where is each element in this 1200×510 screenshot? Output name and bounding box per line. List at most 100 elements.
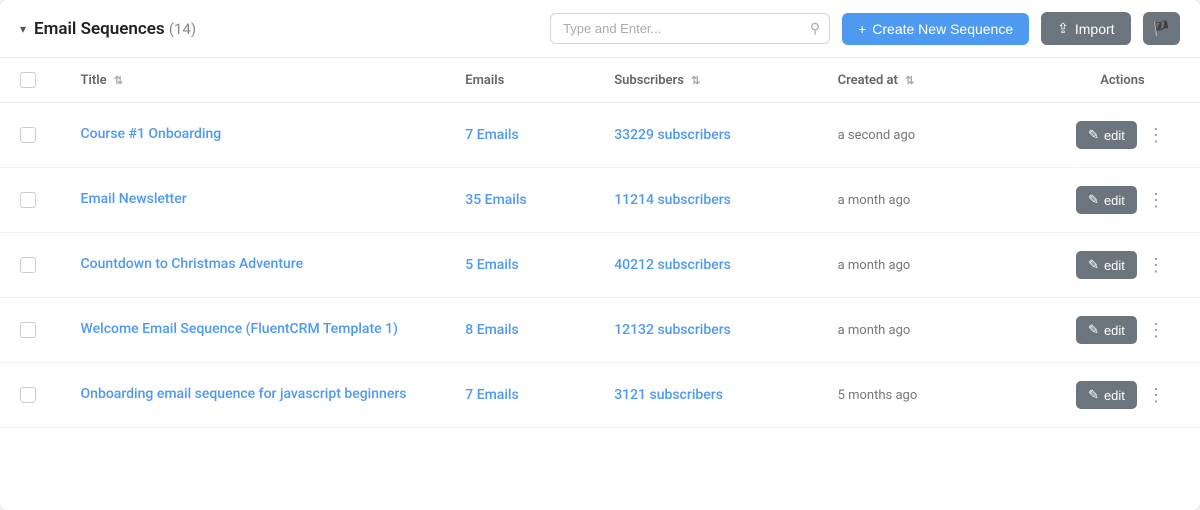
actions-group: ✎ edit ⋮ — [1061, 121, 1184, 149]
row-emails-cell: 7 Emails — [449, 103, 598, 168]
select-all-checkbox[interactable] — [20, 72, 36, 88]
import-button[interactable]: ⇪ Import — [1041, 12, 1130, 45]
edit-button[interactable]: ✎ edit — [1076, 316, 1137, 344]
edit-button[interactable]: ✎ edit — [1076, 381, 1137, 409]
row-actions-cell: ✎ edit ⋮ — [1045, 168, 1200, 233]
col-header-title[interactable]: Title ⇅ — [65, 58, 450, 103]
header-checkbox-cell — [0, 58, 65, 103]
page-title: Email Sequences (14) — [34, 19, 196, 39]
more-options-button[interactable]: ⋮ — [1143, 384, 1169, 406]
table-row: Email Newsletter 35 Emails 11214 subscri… — [0, 168, 1200, 233]
edit-icon: ✎ — [1088, 387, 1099, 403]
row-title-cell: Countdown to Christmas Adventure — [65, 233, 450, 298]
created-sort-icon[interactable]: ⇅ — [905, 74, 914, 87]
subscriber-count: 40212 subscribers — [614, 257, 731, 273]
row-created-cell: a second ago — [822, 103, 1045, 168]
sequences-table: Title ⇅ Emails Subscribers ⇅ Created at … — [0, 58, 1200, 428]
row-created-cell: a month ago — [822, 168, 1045, 233]
created-date: a month ago — [838, 323, 911, 338]
table-row: Countdown to Christmas Adventure 5 Email… — [0, 233, 1200, 298]
title-text: Email Sequences — [34, 19, 165, 39]
row-emails-cell: 5 Emails — [449, 233, 598, 298]
email-count: 7 Emails — [465, 387, 518, 403]
upload-icon: ⇪ — [1057, 20, 1069, 37]
row-emails-cell: 8 Emails — [449, 298, 598, 363]
row-subscribers-cell: 3121 subscribers — [598, 363, 821, 428]
row-created-cell: a month ago — [822, 233, 1045, 298]
actions-group: ✎ edit ⋮ — [1061, 251, 1184, 279]
row-actions-cell: ✎ edit ⋮ — [1045, 103, 1200, 168]
search-wrapper: ⚲ — [550, 13, 830, 44]
row-checkbox-cell — [0, 103, 65, 168]
created-date: a second ago — [838, 128, 916, 143]
row-actions-cell: ✎ edit ⋮ — [1045, 298, 1200, 363]
email-count: 5 Emails — [465, 257, 518, 273]
table-row: Welcome Email Sequence (FluentCRM Templa… — [0, 298, 1200, 363]
subscriber-count: 11214 subscribers — [614, 192, 731, 208]
table-header-row: Title ⇅ Emails Subscribers ⇅ Created at … — [0, 58, 1200, 103]
flag-button[interactable]: 🏴 — [1143, 12, 1180, 45]
row-subscribers-cell: 40212 subscribers — [598, 233, 821, 298]
create-sequence-button[interactable]: + Create New Sequence — [842, 13, 1029, 45]
sequence-title-link[interactable]: Countdown to Christmas Adventure — [81, 256, 304, 272]
row-checkbox[interactable] — [20, 127, 36, 143]
row-created-cell: 5 months ago — [822, 363, 1045, 428]
title-sort-icon[interactable]: ⇅ — [114, 74, 123, 87]
subscriber-count: 33229 subscribers — [614, 127, 731, 143]
col-header-created[interactable]: Created at ⇅ — [822, 58, 1045, 103]
sequence-title-link[interactable]: Onboarding email sequence for javascript… — [81, 386, 407, 402]
flag-icon: 🏴 — [1153, 20, 1170, 36]
title-area: ▾ Email Sequences (14) — [20, 19, 196, 39]
row-checkbox-cell — [0, 298, 65, 363]
search-input[interactable] — [550, 13, 830, 44]
subscriber-count: 12132 subscribers — [614, 322, 731, 338]
email-count: 35 Emails — [465, 192, 526, 208]
row-checkbox[interactable] — [20, 387, 36, 403]
edit-label: edit — [1104, 128, 1125, 143]
row-checkbox[interactable] — [20, 257, 36, 273]
email-count: 7 Emails — [465, 127, 518, 143]
edit-icon: ✎ — [1088, 257, 1099, 273]
subscribers-sort-icon[interactable]: ⇅ — [691, 74, 700, 87]
row-actions-cell: ✎ edit ⋮ — [1045, 233, 1200, 298]
row-title-cell: Email Newsletter — [65, 168, 450, 233]
created-date: a month ago — [838, 258, 911, 273]
edit-label: edit — [1104, 258, 1125, 273]
edit-icon: ✎ — [1088, 322, 1099, 338]
row-title-cell: Welcome Email Sequence (FluentCRM Templa… — [65, 298, 450, 363]
actions-group: ✎ edit ⋮ — [1061, 381, 1184, 409]
plus-icon: + — [858, 21, 866, 37]
sequence-title-link[interactable]: Email Newsletter — [81, 191, 187, 207]
collapse-icon[interactable]: ▾ — [20, 22, 26, 36]
more-options-button[interactable]: ⋮ — [1143, 189, 1169, 211]
edit-icon: ✎ — [1088, 192, 1099, 208]
edit-button[interactable]: ✎ edit — [1076, 121, 1137, 149]
row-actions-cell: ✎ edit ⋮ — [1045, 363, 1200, 428]
more-options-button[interactable]: ⋮ — [1143, 254, 1169, 276]
table-row: Onboarding email sequence for javascript… — [0, 363, 1200, 428]
edit-button[interactable]: ✎ edit — [1076, 186, 1137, 214]
row-checkbox-cell — [0, 168, 65, 233]
actions-group: ✎ edit ⋮ — [1061, 316, 1184, 344]
col-header-emails: Emails — [449, 58, 598, 103]
more-options-button[interactable]: ⋮ — [1143, 124, 1169, 146]
row-checkbox[interactable] — [20, 192, 36, 208]
edit-button[interactable]: ✎ edit — [1076, 251, 1137, 279]
row-checkbox[interactable] — [20, 322, 36, 338]
subscriber-count: 3121 subscribers — [614, 387, 723, 403]
row-title-cell: Onboarding email sequence for javascript… — [65, 363, 450, 428]
col-header-subscribers[interactable]: Subscribers ⇅ — [598, 58, 821, 103]
sequence-count: (14) — [169, 20, 196, 38]
sequence-title-link[interactable]: Welcome Email Sequence (FluentCRM Templa… — [81, 321, 398, 337]
sequence-title-link[interactable]: Course #1 Onboarding — [81, 126, 222, 142]
row-subscribers-cell: 11214 subscribers — [598, 168, 821, 233]
created-date: a month ago — [838, 193, 911, 208]
row-subscribers-cell: 33229 subscribers — [598, 103, 821, 168]
row-checkbox-cell — [0, 233, 65, 298]
import-label: Import — [1075, 21, 1115, 37]
row-subscribers-cell: 12132 subscribers — [598, 298, 821, 363]
edit-label: edit — [1104, 323, 1125, 338]
more-options-button[interactable]: ⋮ — [1143, 319, 1169, 341]
email-count: 8 Emails — [465, 322, 518, 338]
page-header: ▾ Email Sequences (14) ⚲ + Create New Se… — [0, 0, 1200, 58]
